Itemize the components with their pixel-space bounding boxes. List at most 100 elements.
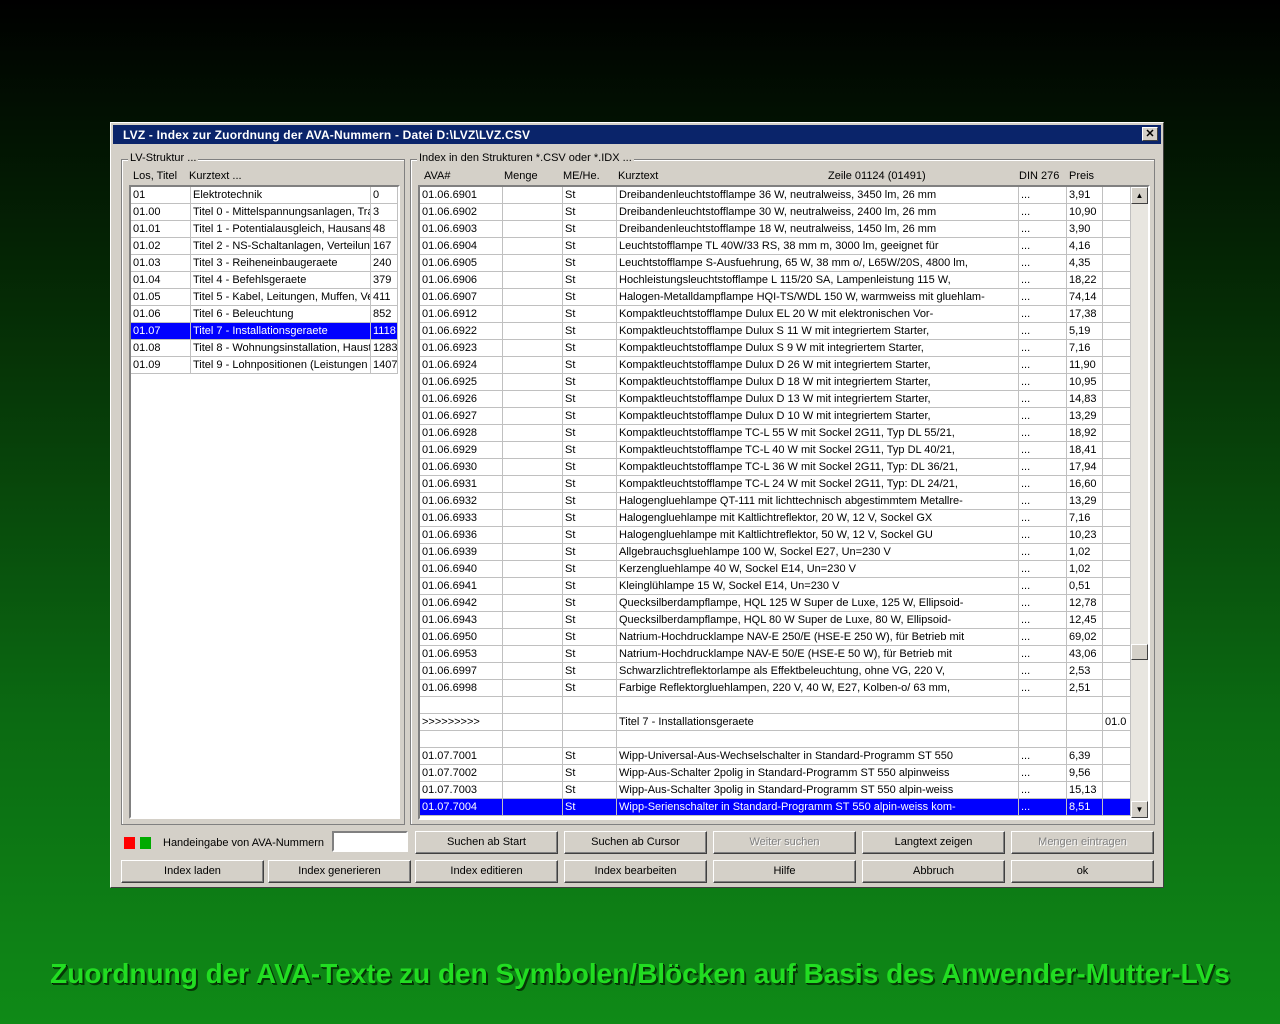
index-row[interactable]: 01.06.6943 St Quecksilberdampflampe, HQL 8… [420, 612, 1131, 629]
abbruch-button[interactable]: Abbruch [862, 860, 1005, 883]
index-row[interactable]: 01.06.6902 St Dreibandenleuchtstofflampe 3… [420, 204, 1131, 221]
index-row[interactable]: 01.07.7004 St Wipp-Serienschalter in Stand… [420, 799, 1131, 816]
row-menge[interactable] [503, 187, 563, 204]
header-kurztext[interactable]: Kurztext ... [189, 170, 242, 182]
scroll-down-icon[interactable]: ▼ [1131, 801, 1148, 818]
row-menge[interactable] [503, 629, 563, 646]
index-row[interactable]: 01.06.6912 St Kompaktleuchtstofflampe Dulu… [420, 306, 1131, 323]
header-preis[interactable]: Preis [1069, 170, 1094, 182]
row-menge[interactable] [503, 561, 563, 578]
index-editieren-button[interactable]: Index editieren [415, 860, 558, 883]
row-menge[interactable] [503, 714, 563, 731]
row-menge[interactable] [503, 204, 563, 221]
vertical-scrollbar[interactable]: ▲ ▼ [1131, 187, 1148, 818]
row-menge[interactable] [503, 799, 563, 816]
index-row[interactable]: 01.06.6931 St Kompaktleuchtstofflampe TC-L… [420, 476, 1131, 493]
suchen-ab-start-button[interactable]: Suchen ab Start [415, 831, 558, 854]
row-menge[interactable] [503, 374, 563, 391]
index-laden-button[interactable]: Index laden [121, 860, 264, 883]
lv-struktur-row[interactable]: 01.06 Titel 6 - Beleuchtung 852 [131, 306, 398, 323]
row-menge[interactable] [503, 323, 563, 340]
header-din276[interactable]: DIN 276 [1019, 170, 1059, 182]
index-row[interactable] [420, 697, 1131, 714]
lv-struktur-row[interactable]: 01.04 Titel 4 - Befehlsgeraete 379 [131, 272, 398, 289]
row-menge[interactable] [503, 748, 563, 765]
lv-struktur-row[interactable]: 01.02 Titel 2 - NS-Schaltanlagen, Verteil… [131, 238, 398, 255]
lv-struktur-list[interactable]: 01 Elektrotechnik 0 01.00 Titel 0 - Mittelsp… [129, 185, 400, 819]
index-row[interactable]: 01.06.6940 St Kerzengluehlampe 40 W, Socke… [420, 561, 1131, 578]
index-row[interactable]: 01.06.6905 St Leuchtstofflampe S-Ausfuehru… [420, 255, 1131, 272]
row-menge[interactable] [503, 782, 563, 799]
index-row[interactable]: 01.06.6932 St Halogengluehlampe QT-111 mit… [420, 493, 1131, 510]
row-menge[interactable] [503, 391, 563, 408]
row-menge[interactable] [503, 493, 563, 510]
index-row[interactable]: 01.06.6903 St Dreibandenleuchtstofflampe 1… [420, 221, 1131, 238]
lv-struktur-row[interactable]: 01.01 Titel 1 - Potentialausgleich, Hausa… [131, 221, 398, 238]
index-row[interactable]: 01.06.6906 St Hochleistungsleuchtstofflamp… [420, 272, 1131, 289]
row-menge[interactable] [503, 238, 563, 255]
row-menge[interactable] [503, 425, 563, 442]
row-menge[interactable] [503, 476, 563, 493]
row-menge[interactable] [503, 578, 563, 595]
header-ava[interactable]: AVA# [424, 170, 451, 182]
index-generieren-button[interactable]: Index generieren [268, 860, 411, 883]
lv-struktur-row[interactable]: 01.05 Titel 5 - Kabel, Leitungen, Muffen,… [131, 289, 398, 306]
index-row[interactable]: 01.06.6998 St Farbige Reflektorgluehlampen… [420, 680, 1131, 697]
row-menge[interactable] [503, 221, 563, 238]
index-list[interactable]: 01.06.6901 St Dreibandenleuchtstofflampe 3… [418, 185, 1150, 820]
row-menge[interactable] [503, 527, 563, 544]
header-los-titel[interactable]: Los, Titel [133, 170, 177, 182]
lv-struktur-row[interactable]: 01.08 Titel 8 - Wohnungsinstallation, Hau… [131, 340, 398, 357]
index-row[interactable]: 01.06.6997 St Schwarzlichtreflektorlampe a… [420, 663, 1131, 680]
scroll-up-icon[interactable]: ▲ [1131, 187, 1148, 204]
index-row[interactable]: 01.06.6942 St Quecksilberdampflampe, HQL 1… [420, 595, 1131, 612]
index-row[interactable]: 01.06.6936 St Halogengluehlampe mit Kaltli… [420, 527, 1131, 544]
row-menge[interactable] [503, 408, 563, 425]
index-row[interactable]: 01.06.6924 St Kompaktleuchtstofflampe Dulu… [420, 357, 1131, 374]
title-bar[interactable]: LVZ - Index zur Zuordnung der AVA-Nummer… [113, 125, 1161, 144]
row-menge[interactable] [503, 289, 563, 306]
row-menge[interactable] [503, 697, 563, 714]
lv-struktur-row[interactable]: 01.03 Titel 3 - Reiheneinbaugeraete 240 [131, 255, 398, 272]
header-me[interactable]: ME/He. [563, 170, 600, 182]
index-row[interactable]: 01.07.7003 St Wipp-Aus-Schalter 3polig in … [420, 782, 1131, 799]
row-menge[interactable] [503, 680, 563, 697]
ok-button[interactable]: ok [1011, 860, 1154, 883]
index-row[interactable]: 01.06.6941 St Kleinglühlampe 15 W, Sockel … [420, 578, 1131, 595]
row-menge[interactable] [503, 731, 563, 748]
index-row[interactable]: 01.06.6929 St Kompaktleuchtstofflampe TC-L… [420, 442, 1131, 459]
row-menge[interactable] [503, 255, 563, 272]
row-menge[interactable] [503, 340, 563, 357]
row-menge[interactable] [503, 357, 563, 374]
index-row[interactable]: 01.06.6925 St Kompaktleuchtstofflampe Dulu… [420, 374, 1131, 391]
index-row[interactable]: 01.06.6950 St Natrium-Hochdrucklampe NAV-E… [420, 629, 1131, 646]
row-menge[interactable] [503, 765, 563, 782]
index-row[interactable]: 01.07.7002 St Wipp-Aus-Schalter 2polig in … [420, 765, 1131, 782]
header-kurztext-index[interactable]: Kurztext [618, 170, 658, 182]
row-menge[interactable] [503, 306, 563, 323]
row-menge[interactable] [503, 442, 563, 459]
index-bearbeiten-button[interactable]: Index bearbeiten [564, 860, 707, 883]
index-row[interactable]: 01.06.6926 St Kompaktleuchtstofflampe Dulu… [420, 391, 1131, 408]
close-icon[interactable]: ✕ [1142, 127, 1158, 141]
header-menge[interactable]: Menge [504, 170, 538, 182]
index-row[interactable]: 01.06.6939 St Allgebrauchsgluehlampe 100 W… [420, 544, 1131, 561]
lv-struktur-row[interactable]: 01 Elektrotechnik 0 [131, 187, 398, 204]
row-menge[interactable] [503, 612, 563, 629]
index-row[interactable]: 01.07.7001 St Wipp-Universal-Aus-Wechselsc… [420, 748, 1131, 765]
row-menge[interactable] [503, 544, 563, 561]
index-row[interactable]: 01.06.6904 St Leuchtstofflampe TL 40W/33 R… [420, 238, 1131, 255]
scrollbar-thumb[interactable] [1131, 644, 1148, 660]
hilfe-button[interactable]: Hilfe [713, 860, 856, 883]
mengen-eintragen-button[interactable]: Mengen eintragen [1011, 831, 1154, 854]
row-menge[interactable] [503, 272, 563, 289]
index-row[interactable]: >>>>>>>>> Titel 7 - Installationsgeraete 0… [420, 714, 1131, 731]
index-row[interactable]: 01.06.6907 St Halogen-Metalldampflampe HQI… [420, 289, 1131, 306]
lv-struktur-row[interactable]: 01.00 Titel 0 - Mittelspannungsanlagen, T… [131, 204, 398, 221]
row-menge[interactable] [503, 510, 563, 527]
index-row[interactable]: 01.06.6953 St Natrium-Hochdrucklampe NAV-E… [420, 646, 1131, 663]
row-menge[interactable] [503, 459, 563, 476]
index-row[interactable]: 01.06.6901 St Dreibandenleuchtstofflampe 3… [420, 187, 1131, 204]
row-menge[interactable] [503, 595, 563, 612]
handeingabe-input[interactable] [332, 831, 408, 852]
